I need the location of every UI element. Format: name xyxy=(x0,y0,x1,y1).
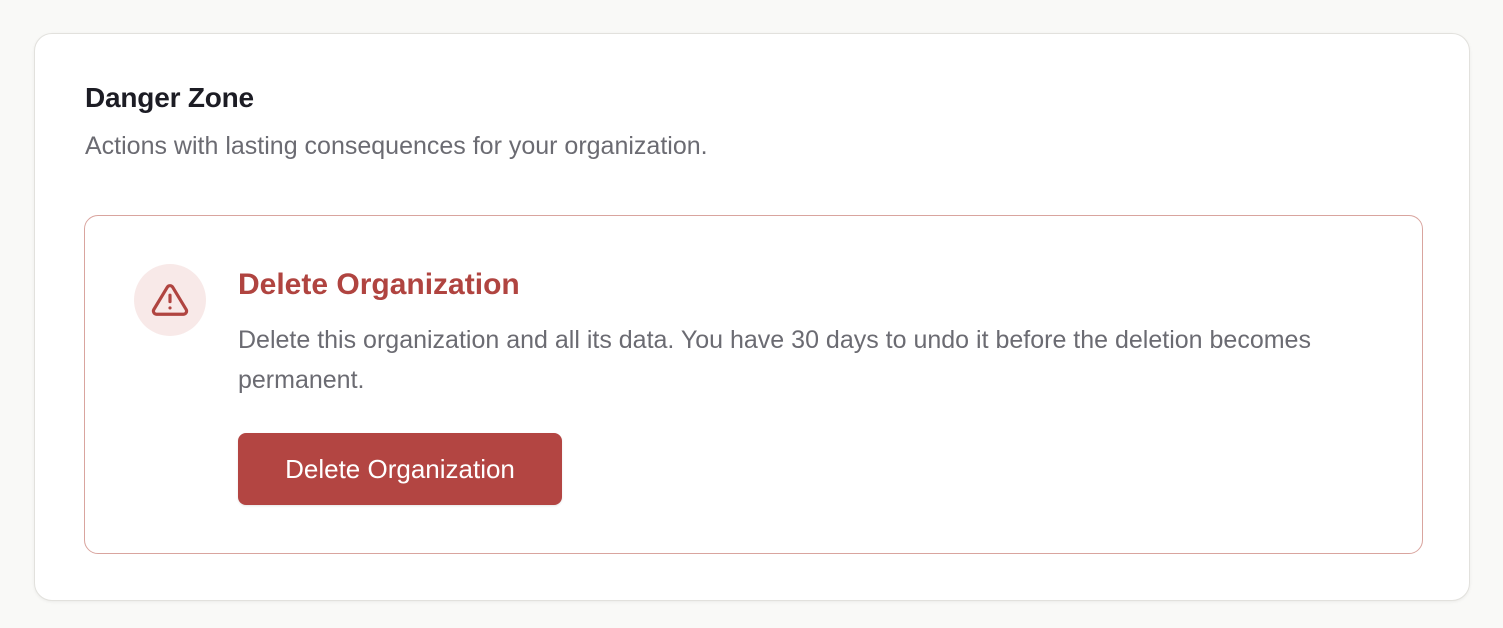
delete-organization-description: Delete this organization and all its dat… xyxy=(238,326,1311,394)
delete-organization-panel: Delete Organization Delete this organiza… xyxy=(84,215,1423,554)
delete-organization-button[interactable]: Delete Organization xyxy=(238,433,562,505)
warning-triangle-icon xyxy=(151,284,189,316)
section-description: Actions with lasting consequences for yo… xyxy=(85,132,708,160)
delete-organization-title: Delete Organization xyxy=(238,268,520,301)
section-title: Danger Zone xyxy=(85,82,254,113)
warning-icon-badge xyxy=(134,264,206,336)
danger-zone-card: Danger Zone Actions with lasting consequ… xyxy=(34,33,1470,601)
